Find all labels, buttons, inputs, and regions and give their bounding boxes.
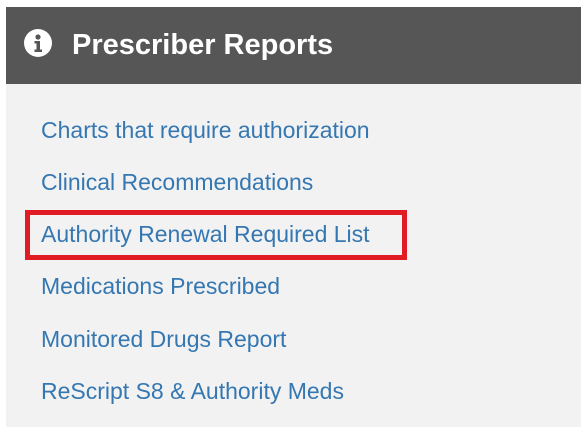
prescriber-reports-panel: Prescriber Reports Charts that require a… <box>6 7 581 427</box>
report-link-authority-renewal-required-list[interactable]: Authority Renewal Required List <box>41 219 370 249</box>
panel-header: Prescriber Reports <box>6 7 581 84</box>
report-link-monitored-drugs-report[interactable]: Monitored Drugs Report <box>41 324 286 354</box>
info-circle-icon <box>24 29 52 57</box>
panel-title: Prescriber Reports <box>72 29 334 61</box>
report-link-clinical-recommendations[interactable]: Clinical Recommendations <box>41 167 313 197</box>
report-link-charts-require-authorization[interactable]: Charts that require authorization <box>41 115 370 145</box>
report-list: Charts that require authorization Clinic… <box>6 84 581 427</box>
report-link-rescript-s8-authority-meds[interactable]: ReScript S8 & Authority Meds <box>41 376 344 406</box>
report-link-medications-prescribed[interactable]: Medications Prescribed <box>41 271 280 301</box>
